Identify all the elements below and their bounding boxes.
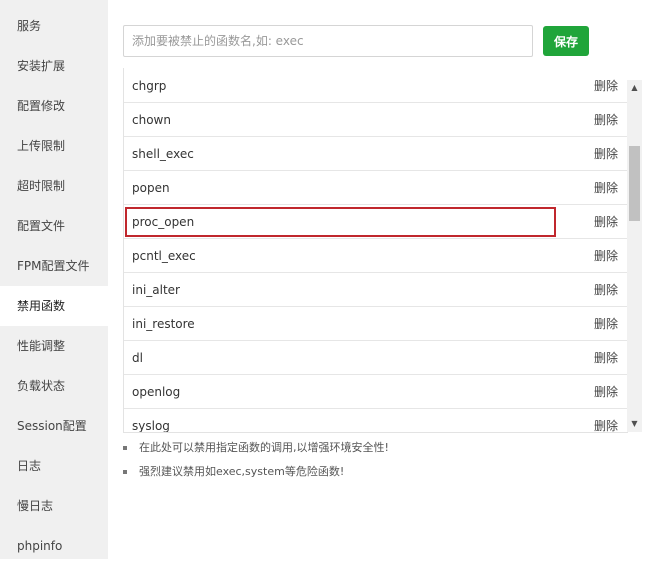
table-row: shell_exec 删除 (124, 137, 628, 171)
function-name: proc_open (132, 215, 195, 229)
sidebar-item[interactable]: 上传限制 (0, 126, 108, 166)
help-note: 在此处可以禁用指定函数的调用,以增强环境安全性! (123, 438, 389, 462)
function-name-input[interactable] (123, 25, 533, 57)
sidebar-item[interactable]: 性能调整 (0, 326, 108, 366)
function-name: shell_exec (132, 147, 194, 161)
delete-link[interactable]: 删除 (594, 307, 618, 341)
function-name: syslog (132, 419, 170, 433)
sidebar-item[interactable]: 配置修改 (0, 86, 108, 126)
sidebar-item[interactable]: 安装扩展 (0, 46, 108, 86)
help-note-text: 强烈建议禁用如exec,system等危险函数! (139, 465, 345, 478)
function-name: chgrp (132, 79, 167, 93)
bullet-icon (123, 446, 127, 450)
sidebar-item[interactable]: 慢日志 (0, 486, 108, 526)
sidebar-item[interactable]: 日志 (0, 446, 108, 486)
scroll-down-arrow-icon[interactable]: ▼ (627, 416, 642, 432)
help-notes: 在此处可以禁用指定函数的调用,以增强环境安全性! 强烈建议禁用如exec,syst… (123, 438, 389, 486)
delete-link[interactable]: 删除 (594, 103, 618, 137)
table-row: openlog 删除 (124, 375, 628, 409)
table-row: chgrp 删除 (124, 69, 628, 103)
sidebar-item[interactable]: phpinfo (0, 526, 108, 566)
function-name: pcntl_exec (132, 249, 196, 263)
delete-link[interactable]: 删除 (594, 409, 618, 432)
function-name: chown (132, 113, 171, 127)
sidebar: 服务 安装扩展 配置修改 上传限制 超时限制 配置文件 FPM配置文件 禁用函数 性能调整 负载状… (0, 0, 108, 559)
sidebar-item[interactable]: FPM配置文件 (0, 246, 108, 286)
sidebar-item[interactable]: 禁用函数 (0, 286, 108, 326)
scroll-up-arrow-icon[interactable]: ▲ (627, 80, 642, 96)
sidebar-item[interactable]: 服务 (0, 6, 108, 46)
delete-link[interactable]: 删除 (594, 239, 618, 273)
function-name: ini_alter (132, 283, 180, 297)
table-row: proc_open 删除 (124, 205, 628, 239)
delete-link[interactable]: 删除 (594, 273, 618, 307)
delete-link[interactable]: 删除 (594, 205, 618, 239)
delete-link[interactable]: 删除 (594, 137, 618, 171)
scrollbar[interactable]: ▲ ▼ (627, 80, 642, 432)
sidebar-item[interactable]: 负载状态 (0, 366, 108, 406)
function-name: dl (132, 351, 143, 365)
delete-link[interactable]: 删除 (594, 341, 618, 375)
table-row: dl 删除 (124, 341, 628, 375)
function-name: popen (132, 181, 170, 195)
delete-link[interactable]: 删除 (594, 69, 618, 103)
table-row: pcntl_exec 删除 (124, 239, 628, 273)
sidebar-item[interactable]: 超时限制 (0, 166, 108, 206)
delete-link[interactable]: 删除 (594, 171, 618, 205)
disabled-functions-list: chgrp 删除 chown 删除 shell_exec 删除 popen 删除 proc_op… (123, 68, 628, 433)
table-row: syslog 删除 (124, 409, 628, 433)
function-name: ini_restore (132, 317, 195, 331)
sidebar-item[interactable]: Session配置 (0, 406, 108, 446)
bullet-icon (123, 470, 127, 474)
save-button[interactable]: 保存 (543, 26, 589, 56)
table-row: chown 删除 (124, 103, 628, 137)
delete-link[interactable]: 删除 (594, 375, 618, 409)
help-note-text: 在此处可以禁用指定函数的调用,以增强环境安全性! (139, 441, 389, 454)
function-name: openlog (132, 385, 181, 399)
sidebar-item[interactable]: 配置文件 (0, 206, 108, 246)
table-row: ini_alter 删除 (124, 273, 628, 307)
table-row: popen 删除 (124, 171, 628, 205)
scroll-thumb[interactable] (629, 146, 640, 221)
table-row: ini_restore 删除 (124, 307, 628, 341)
help-note: 强烈建议禁用如exec,system等危险函数! (123, 462, 389, 486)
